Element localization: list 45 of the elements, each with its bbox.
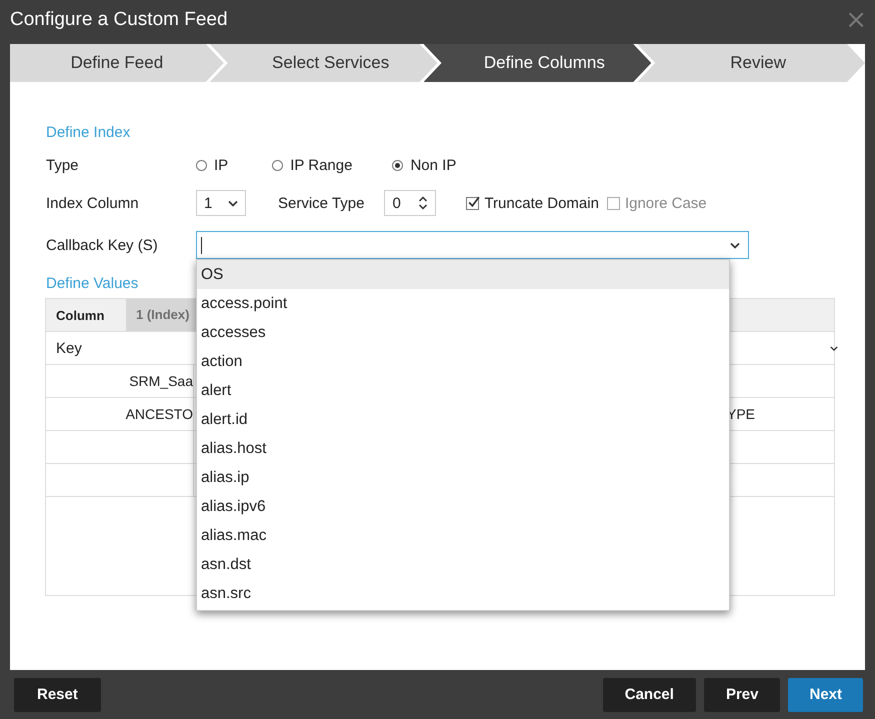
footer-button[interactable]: Prev: [704, 678, 780, 712]
dropdown-option[interactable]: alias.ip: [197, 463, 729, 492]
dropdown-option[interactable]: alias.host: [197, 434, 729, 463]
dropdown-option[interactable]: alias.mac: [197, 521, 729, 550]
chevron-down-icon: [830, 344, 838, 352]
callback-key-combobox[interactable]: [196, 231, 749, 259]
chevron-down-icon: [730, 242, 740, 248]
dropdown-option[interactable]: asn.dst: [197, 550, 729, 579]
radio-button[interactable]: [196, 160, 207, 170]
table-cell-text: Key: [55, 340, 83, 356]
dropdown-option[interactable]: alert: [197, 376, 729, 405]
section-heading: Define Values: [46, 275, 140, 292]
dropdown-option[interactable]: action: [197, 347, 729, 376]
field-label: Type: [46, 156, 80, 174]
table-cell: ANCESTO: [126, 406, 193, 422]
checkbox[interactable]: [466, 196, 480, 210]
wizard-step-tab[interactable]: Define Feed: [10, 44, 224, 82]
dropdown-option[interactable]: asn.src: [197, 579, 729, 608]
checkbox-label: Truncate Domain: [484, 194, 599, 212]
dropdown-option[interactable]: alias.ipv6: [197, 492, 729, 521]
checkbox-label: Ignore Case: [624, 194, 707, 212]
wizard-step-tab[interactable]: Define Columns: [424, 44, 652, 82]
dropdown-option[interactable]: OS: [197, 260, 729, 289]
wizard-step-tab[interactable]: Select Services: [210, 44, 438, 82]
dropdown-option[interactable]: alert.id: [197, 405, 729, 434]
section-heading: Define Index: [46, 124, 132, 141]
window-title: Configure a Custom Feed: [10, 9, 228, 31]
field-label: Index Column: [46, 194, 140, 212]
field-label: Service Type: [278, 194, 364, 212]
index-column-select[interactable]: 1: [196, 190, 246, 216]
service-type-spinner[interactable]: 0: [384, 190, 436, 216]
column-header: Column: [55, 308, 106, 322]
spinner-arrows-icon: [418, 196, 428, 210]
footer-button[interactable]: Cancel: [602, 678, 696, 712]
chevron-down-icon: [228, 200, 238, 206]
radio-label: Non IP: [410, 156, 456, 174]
table-cell: SRM_Saa: [129, 373, 193, 389]
footer-button[interactable]: Next: [788, 678, 863, 712]
radio-label: IP: [214, 156, 228, 174]
footer-button[interactable]: Reset: [14, 678, 101, 712]
radio-button[interactable]: [272, 160, 284, 170]
wizard-step-tab[interactable]: Review: [637, 44, 865, 82]
radio-button[interactable]: [392, 160, 404, 170]
radio-label: IP Range: [290, 156, 352, 174]
field-label: Callback Key (S): [46, 236, 159, 254]
